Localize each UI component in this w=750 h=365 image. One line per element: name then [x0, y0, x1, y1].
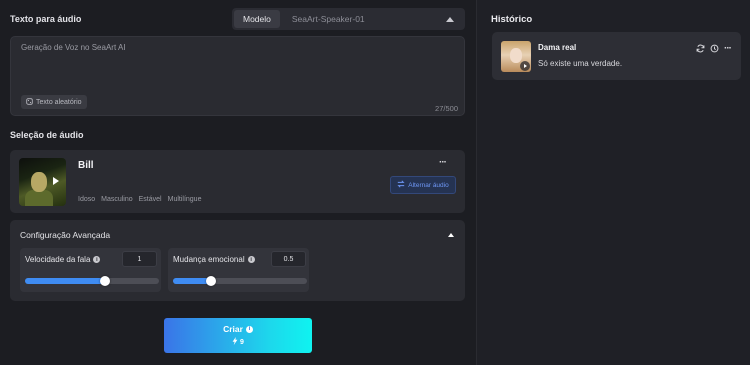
- emotion-slider[interactable]: [173, 276, 307, 286]
- voice-tag: Idoso: [78, 196, 96, 203]
- collapse-caret-icon[interactable]: [448, 233, 454, 237]
- speed-input[interactable]: 1: [122, 251, 157, 267]
- emotion-input[interactable]: 0.5: [271, 251, 306, 267]
- text-input[interactable]: Geração de Voz no SeaArt AI Texto aleató…: [10, 36, 465, 116]
- info-icon[interactable]: i: [247, 256, 255, 263]
- history-panel: Histórico Dama real Só existe uma verdad…: [476, 0, 750, 365]
- speed-slider-handle[interactable]: [100, 276, 111, 286]
- emotion-label: Mudança emocional: [173, 255, 245, 264]
- refresh-icon[interactable]: [696, 44, 705, 53]
- history-title: Histórico: [491, 14, 533, 25]
- voice-name: Bill: [78, 160, 94, 171]
- switch-audio-label: Alternar áudio: [408, 181, 449, 189]
- voice-card[interactable]: Bill Idoso Masculino Estável Multilíngue…: [10, 150, 465, 213]
- voice-tag: Masculino: [101, 196, 133, 203]
- more-icon[interactable]: ···: [724, 43, 732, 54]
- model-selector[interactable]: Modelo SeaArt-Speaker-01: [232, 8, 465, 30]
- history-item-text: Só existe uma verdade.: [538, 59, 623, 68]
- model-label: Modelo: [234, 10, 280, 28]
- history-item-name: Dama real: [538, 43, 577, 52]
- create-cost: 9: [240, 338, 244, 346]
- create-cost-row: 9: [164, 337, 312, 347]
- voice-avatar[interactable]: [19, 158, 66, 206]
- more-icon[interactable]: ···: [439, 157, 447, 168]
- create-label: Criar: [223, 324, 243, 334]
- history-item[interactable]: Dama real Só existe uma verdade. ···: [492, 32, 741, 80]
- play-icon[interactable]: [520, 61, 530, 71]
- swap-icon: [397, 180, 405, 190]
- history-actions: ···: [696, 43, 732, 54]
- emotion-slider-handle[interactable]: [205, 276, 216, 286]
- model-value: SeaArt-Speaker-01: [291, 14, 365, 24]
- emotion-label-row: Mudança emocional i: [173, 255, 255, 264]
- speed-slider[interactable]: [25, 276, 159, 286]
- random-text-label: Texto aleatório: [36, 98, 82, 106]
- create-button[interactable]: Criar i 9: [164, 318, 312, 353]
- speed-slider-fill: [25, 278, 106, 284]
- clock-icon[interactable]: [710, 44, 719, 53]
- info-icon[interactable]: i: [93, 256, 101, 263]
- main-panel: Texto para áudio Modelo SeaArt-Speaker-0…: [0, 0, 475, 365]
- dice-icon: [26, 97, 33, 107]
- speed-label: Velocidade da fala: [25, 255, 91, 264]
- lightning-icon: [232, 337, 238, 347]
- create-label-row: Criar i: [164, 324, 312, 334]
- text-section-title: Texto para áudio: [10, 14, 82, 24]
- random-text-button[interactable]: Texto aleatório: [21, 95, 87, 109]
- info-icon: i: [245, 325, 253, 333]
- advanced-settings: Configuração Avançada Velocidade da fala…: [10, 220, 465, 301]
- voice-tags: Idoso Masculino Estável Multilíngue: [78, 196, 201, 203]
- emotion-control: Mudança emocional i 0.5: [168, 248, 309, 292]
- voice-tag: Estável: [138, 196, 162, 203]
- emotion-slider-fill: [173, 278, 211, 284]
- text-input-value: Geração de Voz no SeaArt AI: [21, 43, 126, 52]
- play-icon[interactable]: [53, 177, 59, 185]
- switch-audio-button[interactable]: Alternar áudio: [390, 176, 456, 194]
- audio-section-title: Seleção de áudio: [10, 130, 84, 140]
- char-counter: 27/500: [435, 104, 458, 113]
- speed-control: Velocidade da fala i 1: [20, 248, 161, 292]
- voice-tag: Multilíngue: [167, 196, 202, 203]
- history-avatar[interactable]: [501, 41, 531, 72]
- advanced-title: Configuração Avançada: [20, 230, 111, 240]
- speed-label-row: Velocidade da fala i: [25, 255, 101, 264]
- caret-up-icon: [446, 16, 454, 22]
